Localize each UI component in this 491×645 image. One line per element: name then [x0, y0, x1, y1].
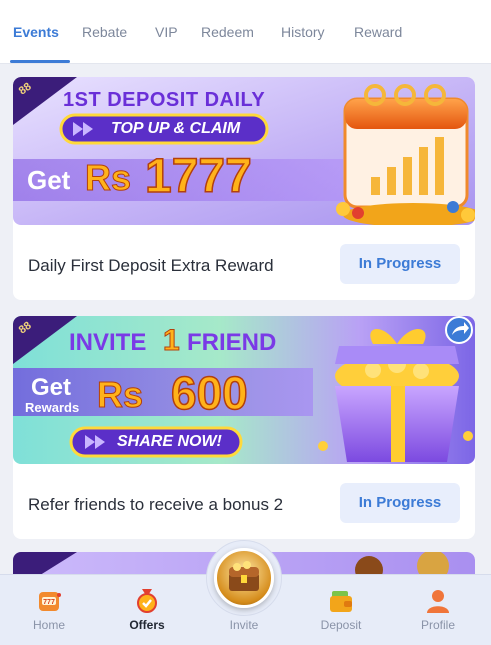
- tab-reward[interactable]: Reward: [354, 24, 402, 40]
- slot-machine-icon: 777: [39, 592, 61, 611]
- event-card-footer: Refer friends to receive a bonus 2 In Pr…: [13, 469, 475, 539]
- event-card-footer: Daily First Deposit Extra Reward In Prog…: [13, 230, 475, 300]
- event-banner-invite[interactable]: 88 INVITE 1 FRIEND Get Rewards Rs 600 SH…: [13, 316, 475, 464]
- tab-bar: Events Rebate VIP Redeem History Reward: [0, 0, 491, 64]
- invite-get-label: Get: [31, 374, 72, 401]
- tab-vip[interactable]: VIP: [155, 24, 178, 40]
- treasure-chest-icon: [214, 548, 274, 608]
- nav-home[interactable]: 777 Home: [9, 575, 89, 645]
- deposit-headline: 1ST DEPOSIT DAILY: [63, 89, 266, 111]
- invite-headline-b: FRIEND: [187, 329, 277, 356]
- share-icon[interactable]: [445, 316, 473, 344]
- invite-rewards-label: Rewards: [25, 400, 80, 415]
- tab-events[interactable]: Events: [13, 24, 59, 40]
- status-button[interactable]: In Progress: [340, 244, 460, 284]
- deposit-get-label: Get: [27, 165, 71, 195]
- nav-offers[interactable]: Offers: [107, 575, 187, 645]
- nav-deposit[interactable]: Deposit: [301, 575, 381, 645]
- calendar-icon: [343, 84, 469, 209]
- wallet-icon: [330, 591, 352, 612]
- user-icon: [427, 590, 449, 613]
- deposit-amount: 1777: [144, 149, 252, 204]
- deposit-pill-label: TOP UP & CLAIM: [111, 120, 241, 137]
- event-title: Daily First Deposit Extra Reward: [28, 256, 274, 275]
- nav-profile[interactable]: Profile: [398, 575, 478, 645]
- nav-home-label: Home: [32, 618, 65, 632]
- nav-offers-label: Offers: [129, 618, 165, 632]
- medal-icon: [137, 589, 157, 613]
- event-title: Refer friends to receive a bonus 2: [28, 495, 284, 514]
- invite-headline-number: 1: [163, 324, 181, 358]
- status-button[interactable]: In Progress: [340, 483, 460, 523]
- invite-currency: Rs: [96, 374, 144, 416]
- event-card-deposit[interactable]: 88 1ST DEPOSIT DAILY TOP UP & CLAIM Get …: [13, 77, 475, 300]
- share-now-label[interactable]: SHARE NOW!: [117, 433, 222, 451]
- nav-invite-label: Invite: [229, 618, 259, 632]
- bottom-navigation: 777 Home Offers Invite Deposit Profile: [0, 540, 491, 645]
- tab-rebate[interactable]: Rebate: [82, 24, 127, 40]
- invite-amount: 600: [170, 366, 248, 420]
- tab-redeem[interactable]: Redeem: [201, 24, 254, 40]
- nav-deposit-label: Deposit: [320, 618, 362, 632]
- event-banner-deposit[interactable]: 88 1ST DEPOSIT DAILY TOP UP & CLAIM Get …: [13, 77, 475, 225]
- nav-profile-label: Profile: [420, 618, 455, 632]
- event-card-invite[interactable]: 88 INVITE 1 FRIEND Get Rewards Rs 600 SH…: [13, 316, 475, 539]
- deposit-currency: Rs: [84, 157, 132, 199]
- active-tab-indicator: [10, 60, 70, 63]
- tab-history[interactable]: History: [281, 24, 325, 40]
- invite-headline-a: INVITE: [69, 329, 147, 356]
- nav-invite[interactable]: Invite: [204, 548, 284, 645]
- svg-text:777: 777: [43, 599, 55, 606]
